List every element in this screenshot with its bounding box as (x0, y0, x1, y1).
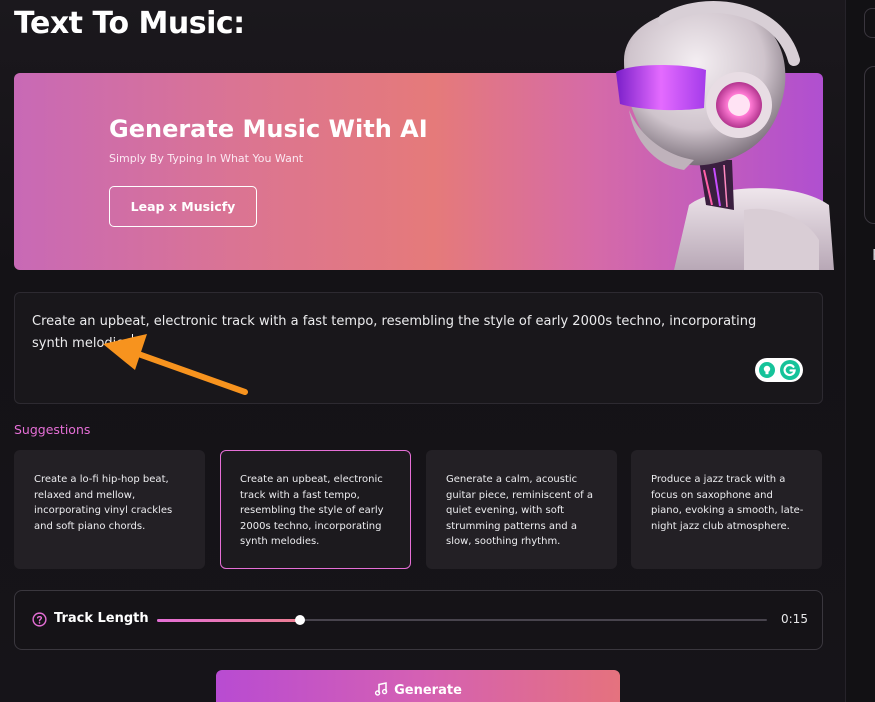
robot-headphones-illustration (616, 1, 834, 270)
text-to-music-page: F Text To Music: Generate Music With AI … (0, 0, 875, 702)
track-length-label: Track Length (54, 611, 149, 626)
suggestions-heading: Suggestions (14, 422, 91, 437)
suggestion-card[interactable]: Generate a calm, acoustic guitar piece, … (426, 450, 617, 569)
generate-button-content: Generate (216, 682, 620, 698)
side-panel-card (864, 66, 875, 224)
page-title: Text To Music: (14, 6, 245, 41)
slider-thumb[interactable] (295, 615, 306, 625)
suggestion-card[interactable]: Create a lo-fi hip-hop beat, relaxed and… (14, 450, 205, 569)
annotation-arrow-icon (103, 334, 248, 395)
slider-fill (157, 618, 301, 622)
generate-button[interactable]: Generate (216, 670, 620, 702)
writing-assistant-widget[interactable] (755, 358, 803, 382)
suggestion-card[interactable]: Produce a jazz track with a focus on sax… (631, 450, 822, 569)
lightbulb-icon[interactable] (759, 362, 775, 378)
side-panel-box (864, 8, 875, 38)
track-length-control: Track Length 0:15 (14, 590, 823, 650)
right-side-panel: F (845, 0, 875, 702)
grammarly-icon[interactable] (780, 360, 800, 380)
music-note-icon (375, 682, 388, 696)
suggestions-list: Create a lo-fi hip-hop beat, relaxed and… (14, 450, 823, 569)
question-circle-icon[interactable] (32, 612, 47, 627)
suggestion-card-selected[interactable]: Create an upbeat, electronic track with … (220, 450, 411, 569)
grammarly-g-glyph (783, 363, 796, 377)
hero-banner: Generate Music With AI Simply By Typing … (14, 1, 834, 270)
track-length-slider[interactable] (157, 615, 767, 625)
track-length-value: 0:15 (781, 612, 808, 626)
leap-musicfy-button[interactable]: Leap x Musicfy (109, 186, 257, 227)
hero-title: Generate Music With AI (109, 115, 428, 143)
generate-label: Generate (394, 683, 462, 698)
hero-subtitle: Simply By Typing In What You Want (109, 152, 304, 165)
